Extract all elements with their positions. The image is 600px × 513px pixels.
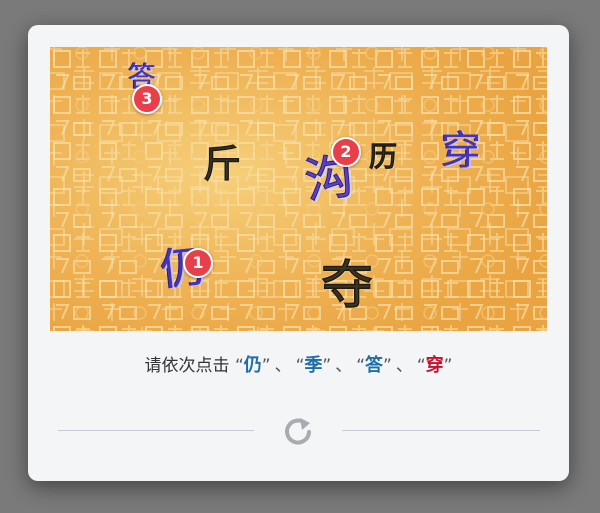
target-char: 季 <box>304 355 323 376</box>
captcha-dialog: 答 斤 沟 历 穿 仍 夺 1 2 3 请依次点击 “仍”、 “季”、 “答”、 “穿… <box>28 25 569 481</box>
divider-left <box>58 430 254 431</box>
open-quote: “ <box>416 356 426 376</box>
click-marker-3[interactable]: 3 <box>132 84 162 114</box>
target-char: 穿 <box>425 355 444 376</box>
click-marker-1[interactable]: 1 <box>183 248 213 278</box>
instruction-prefix: 请依次点击 <box>144 356 230 376</box>
open-quote: “ <box>234 356 244 376</box>
close-quote: ” <box>322 356 332 376</box>
close-quote: ” <box>383 356 392 376</box>
divider-right <box>342 430 540 431</box>
captcha-glyph[interactable]: 夺 <box>320 259 373 312</box>
captcha-glyph[interactable]: 历 <box>368 142 397 171</box>
captcha-glyph[interactable]: 穿 <box>441 131 481 171</box>
target-char: 仍 <box>243 355 262 376</box>
open-quote: “ <box>356 356 366 376</box>
close-quote: ” <box>261 356 271 376</box>
separator: 、 <box>335 356 353 376</box>
separator: 、 <box>274 356 292 376</box>
target-char: 答 <box>365 355 384 376</box>
refresh-icon <box>285 418 311 445</box>
close-quote: ” <box>443 356 453 376</box>
captcha-glyph[interactable]: 斤 <box>202 144 241 183</box>
captcha-instruction: 请依次点击 “仍”、 “季”、 “答”、 “穿” <box>28 351 569 377</box>
separator: 、 <box>395 356 413 376</box>
captcha-background-texture <box>50 47 547 331</box>
click-marker-2[interactable]: 2 <box>331 137 361 167</box>
refresh-button[interactable] <box>280 414 316 450</box>
captcha-image[interactable]: 答 斤 沟 历 穿 仍 夺 1 2 3 <box>50 47 547 331</box>
